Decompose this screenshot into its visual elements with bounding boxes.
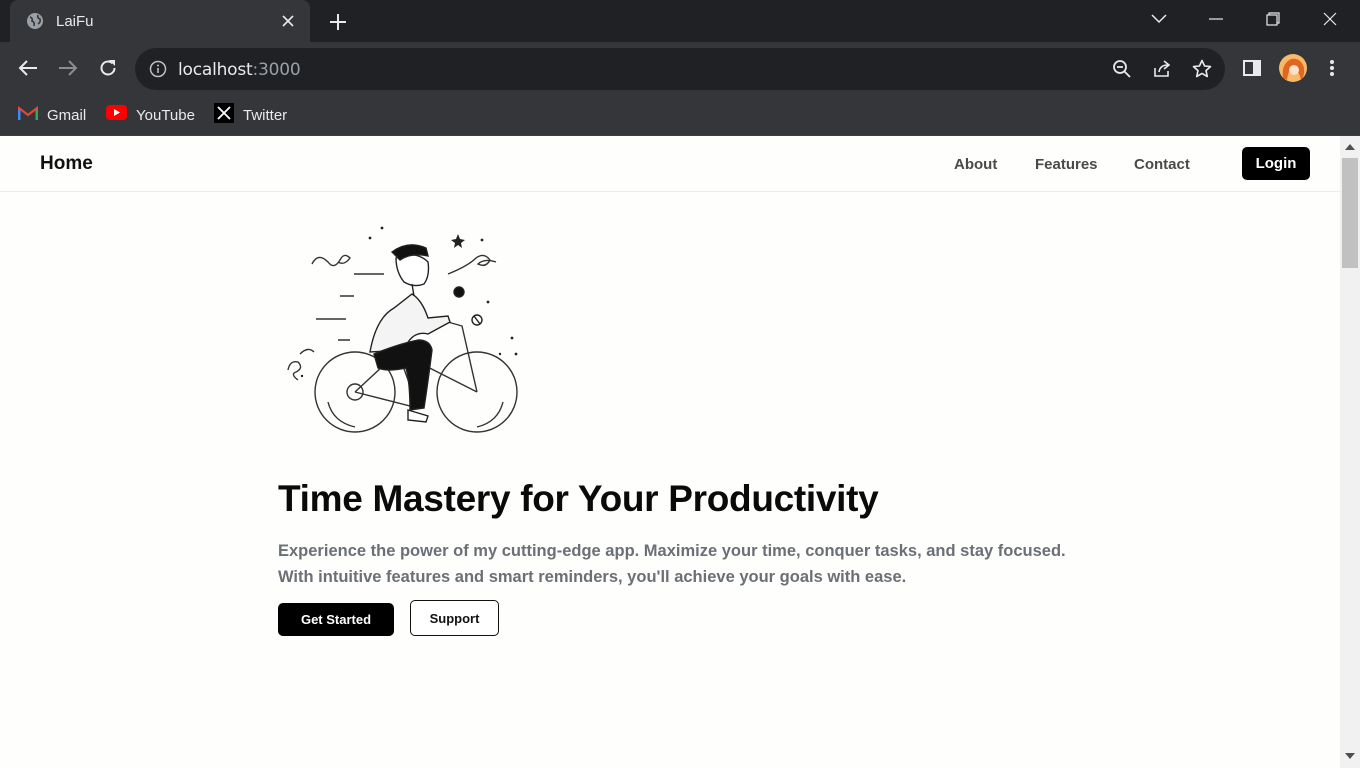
nav-contact-link[interactable]: Contact [1134,156,1190,173]
bookmarks-bar: Gmail YouTube Twitter [0,94,1360,136]
hero-title: Time Mastery for Your Productivity [278,478,879,519]
close-tab-icon[interactable] [278,11,298,31]
bookmark-label: Twitter [243,106,288,124]
minimize-icon[interactable] [1200,6,1232,32]
hero-description: Experience the power of my cutting-edge … [278,538,1078,590]
url-text[interactable]: localhost:3000 [178,60,301,80]
page-viewport: Home About Features Contact Login Time M… [0,136,1340,768]
bookmark-label: Gmail [47,106,87,124]
forward-arrow-icon[interactable] [54,54,82,82]
browser-tab[interactable]: LaiFu [10,0,310,42]
scroll-up-arrow-icon[interactable] [1345,144,1355,150]
address-bar[interactable]: localhost:3000 [135,48,1225,90]
nav-about-link[interactable]: About [954,156,997,173]
cyclist-illustration [278,222,528,438]
support-button[interactable]: Support [410,600,499,636]
browser-toolbar: localhost:3000 [0,42,1360,94]
login-button[interactable]: Login [1242,147,1310,180]
gmail-icon [17,105,39,126]
share-icon[interactable] [1151,58,1173,80]
url-host: localhost [178,60,253,80]
bookmark-label: YouTube [136,106,195,124]
site-navbar: Home About Features Contact Login [0,136,1340,192]
side-panel-icon[interactable] [1238,54,1266,82]
nav-features-link[interactable]: Features [1035,156,1098,173]
new-tab-button[interactable] [324,8,352,36]
tab-strip: LaiFu [0,0,1360,42]
get-started-button[interactable]: Get Started [278,603,394,636]
youtube-icon [106,105,127,125]
page-scrollbar[interactable] [1340,136,1360,768]
close-window-icon[interactable] [1314,6,1346,32]
hero-description-line-1: Experience the power of my cutting-edge … [278,542,1066,560]
tab-search-icon[interactable] [1143,6,1175,32]
bookmark-twitter[interactable]: Twitter [214,102,288,128]
reload-icon[interactable] [94,54,122,82]
bookmark-youtube[interactable]: YouTube [106,103,195,127]
hero-description-line-2: With intuitive features and smart remind… [278,568,907,586]
site-info-icon[interactable] [149,60,167,78]
bookmark-gmail[interactable]: Gmail [17,103,87,127]
url-port: :3000 [252,60,301,80]
more-menu-icon[interactable] [1318,54,1346,82]
back-arrow-icon[interactable] [14,54,42,82]
scrollbar-thumb[interactable] [1342,158,1358,268]
zoom-icon[interactable] [1111,58,1133,80]
tab-title: LaiFu [56,12,94,30]
nav-home-link[interactable]: Home [40,153,93,175]
globe-icon [26,12,44,30]
profile-avatar[interactable] [1279,54,1307,82]
bookmark-star-icon[interactable] [1191,58,1213,80]
x-twitter-icon [214,102,234,128]
restore-icon[interactable] [1257,6,1289,32]
scroll-down-arrow-icon[interactable] [1345,753,1355,759]
